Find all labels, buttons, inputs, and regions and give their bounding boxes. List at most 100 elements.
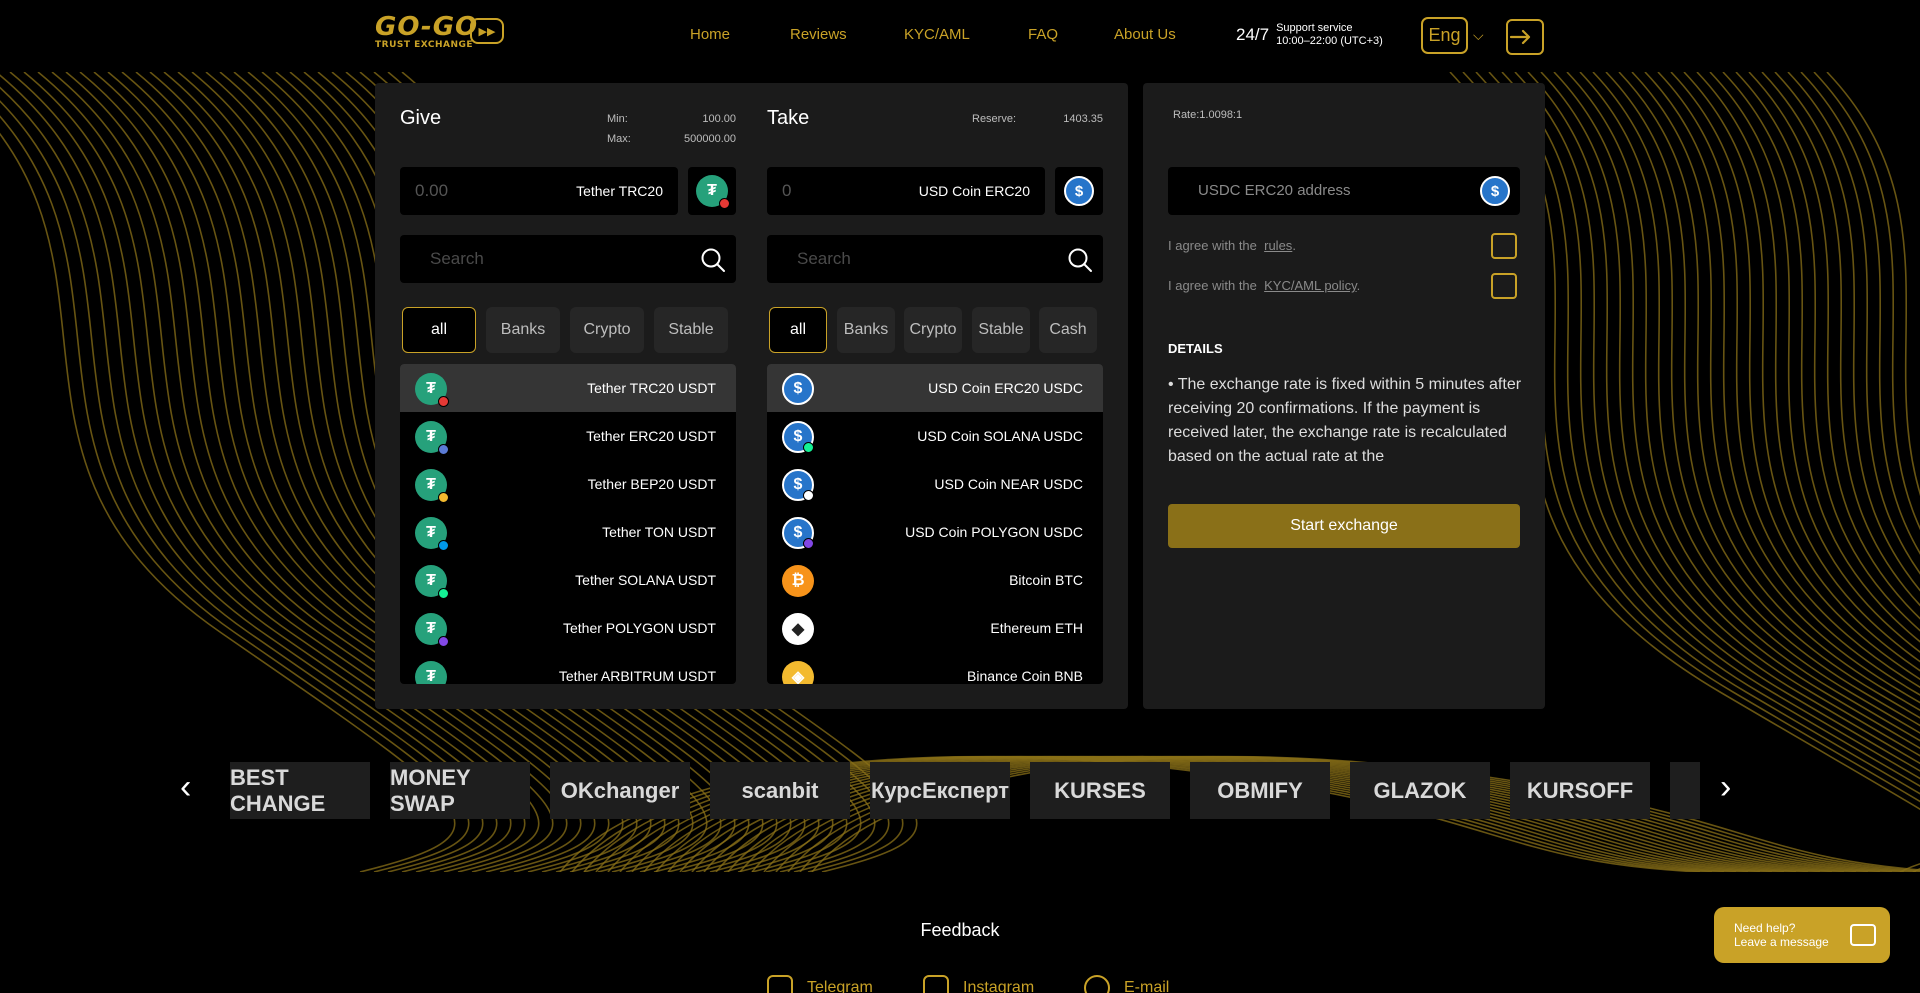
exchange-panel: Give Min: 100.00 Max: 500000.00 0.00 Tethe… (375, 83, 1128, 709)
agree-prefix: I agree with the (1168, 278, 1257, 293)
max-label: Max: (607, 133, 631, 145)
chevron-right-icon[interactable]: › (1720, 770, 1731, 804)
partner-logo[interactable]: КурсЕксперт (870, 762, 1010, 819)
nav-about-us[interactable]: About Us (1114, 26, 1176, 43)
take-amount-input[interactable]: 0 USD Coin ERC20 (767, 167, 1045, 215)
partner-logo[interactable]: T (1670, 762, 1700, 819)
currency-name: Bitcoin BTC (1009, 572, 1083, 588)
nav-kyc-aml[interactable]: KYC/AML (904, 26, 970, 43)
give-filter-stable[interactable]: Stable (654, 307, 728, 353)
currency-name: USD Coin SOLANA USDC (917, 428, 1083, 444)
currency-list-item[interactable]: ◈ Binance Coin BNB (767, 652, 1103, 684)
give-filter-crypto[interactable]: Crypto (570, 307, 644, 353)
currency-name: Binance Coin BNB (967, 668, 1083, 684)
currency-list-item[interactable]: $ USD Coin ERC20 USDC (767, 364, 1103, 412)
give-search-input[interactable]: Search (400, 235, 736, 283)
usdc-icon: $ (782, 517, 814, 549)
play-icon: ▶▶ (470, 18, 504, 44)
instagram-link[interactable]: Instagram (923, 975, 1034, 993)
network-badge-icon (438, 540, 449, 551)
search-icon[interactable] (700, 247, 726, 273)
currency-list-item[interactable]: ₮ Tether ERC20 USDT (400, 412, 736, 460)
instagram-icon (923, 975, 949, 993)
give-filter-all[interactable]: all (402, 307, 476, 353)
agree-rules-text: I agree with the rules. (1168, 238, 1296, 253)
take-amount-placeholder: 0 (782, 181, 792, 200)
currency-list-item[interactable]: ₮ Tether TON USDT (400, 508, 736, 556)
telegram-link[interactable]: Telegram (767, 975, 873, 993)
help-chat-button[interactable]: Need help? Leave a message (1714, 907, 1890, 963)
currency-list-item[interactable]: $ USD Coin POLYGON USDC (767, 508, 1103, 556)
logo[interactable]: GO-GO TRUST EXCHANGE ▶▶ (375, 14, 507, 54)
take-filter-crypto[interactable]: Crypto (904, 307, 962, 353)
currency-list-item[interactable]: ₮ Tether POLYGON USDT (400, 604, 736, 652)
take-title: Take (767, 107, 810, 129)
agree-rules-checkbox[interactable] (1491, 233, 1517, 259)
min-label: Min: (607, 113, 628, 125)
nav-home[interactable]: Home (690, 26, 730, 43)
email-label: E-mail (1124, 979, 1170, 993)
nav-faq[interactable]: FAQ (1028, 26, 1058, 43)
nav-reviews[interactable]: Reviews (790, 26, 847, 43)
agree-prefix: I agree with the (1168, 238, 1257, 253)
partner-logo[interactable]: OKchanger (550, 762, 690, 819)
take-filter-banks[interactable]: Banks (837, 307, 895, 353)
currency-list-item[interactable]: ₮ Tether ARBITRUM USDT (400, 652, 736, 684)
partner-logo[interactable]: KURSES (1030, 762, 1170, 819)
agree-kyc-text: I agree with the KYC/AML policy. (1168, 278, 1361, 293)
partners-track: BEST CHANGE MONEY SWAP OKchanger scanbit Кур… (230, 762, 1700, 820)
network-badge-icon (803, 538, 814, 549)
search-icon[interactable] (1067, 247, 1093, 273)
take-search-placeholder: Search (797, 249, 851, 268)
currency-list-item[interactable]: ₮ Tether TRC20 USDT (400, 364, 736, 412)
login-icon (1509, 29, 1531, 45)
currency-list-item[interactable]: $ USD Coin SOLANA USDC (767, 412, 1103, 460)
give-filter-banks[interactable]: Banks (486, 307, 560, 353)
partner-logo[interactable]: MONEY SWAP (390, 762, 530, 819)
reserve-value: 1403.35 (1063, 113, 1103, 125)
agree-kyc-checkbox[interactable] (1491, 273, 1517, 299)
header: GO-GO TRUST EXCHANGE ▶▶ Home Reviews KYC… (0, 0, 1920, 72)
currency-list-item[interactable]: ₮ Tether SOLANA USDT (400, 556, 736, 604)
address-input[interactable]: USDC ERC20 address $ (1168, 167, 1520, 215)
currency-list-item[interactable]: ₿ Bitcoin BTC (767, 556, 1103, 604)
give-amount-input[interactable]: 0.00 Tether TRC20 (400, 167, 678, 215)
network-badge-icon (803, 490, 814, 501)
help-line-1: Need help? (1734, 921, 1796, 935)
give-currency-button[interactable]: ₮ (688, 167, 736, 215)
partner-logo[interactable]: GLAZOK (1350, 762, 1490, 819)
start-exchange-button[interactable]: Start exchange (1168, 504, 1520, 548)
take-filter-all[interactable]: all (769, 307, 827, 353)
chevron-left-icon[interactable]: ‹ (180, 770, 191, 804)
network-badge-icon (438, 396, 449, 407)
telegram-icon (767, 975, 793, 993)
usdc-icon: $ (782, 469, 814, 501)
partner-logo[interactable]: OBMIFY (1190, 762, 1330, 819)
chevron-down-icon[interactable]: ⌵ (1473, 27, 1484, 44)
take-currency-button[interactable]: $ (1055, 167, 1103, 215)
kyc-policy-link[interactable]: KYC/AML policy (1264, 278, 1356, 293)
partner-logo[interactable]: scanbit (710, 762, 850, 819)
usd-coin-icon: $ (1480, 176, 1510, 206)
give-column: Give Min: 100.00 Max: 500000.00 0.00 Tethe… (400, 83, 736, 709)
partner-logo[interactable]: KURSOFF (1510, 762, 1650, 819)
tether-icon: ₮ (696, 175, 730, 209)
currency-list-item[interactable]: ₮ Tether BEP20 USDT (400, 460, 736, 508)
details-text: • The exchange rate is fixed within 5 mi… (1168, 376, 1522, 465)
currency-list-item[interactable]: ◆ Ethereum ETH (767, 604, 1103, 652)
give-currency-label: Tether TRC20 (576, 183, 663, 199)
btc-icon: ₿ (782, 565, 814, 597)
take-search-input[interactable]: Search (767, 235, 1103, 283)
language-selector[interactable]: Eng (1421, 17, 1468, 54)
rules-link[interactable]: rules (1264, 238, 1292, 253)
network-badge-icon (803, 442, 814, 453)
partner-logo[interactable]: BEST CHANGE (230, 762, 370, 819)
take-filter-cash[interactable]: Cash (1039, 307, 1097, 353)
currency-name: Tether SOLANA USDT (575, 572, 716, 588)
give-limits: Min: 100.00 Max: 500000.00 (607, 109, 736, 149)
currency-list-item[interactable]: $ USD Coin NEAR USDC (767, 460, 1103, 508)
login-button[interactable] (1506, 19, 1544, 55)
take-filter-stable[interactable]: Stable (972, 307, 1030, 353)
email-link[interactable]: E-mail (1084, 975, 1169, 993)
currency-name: Tether POLYGON USDT (562, 620, 716, 636)
